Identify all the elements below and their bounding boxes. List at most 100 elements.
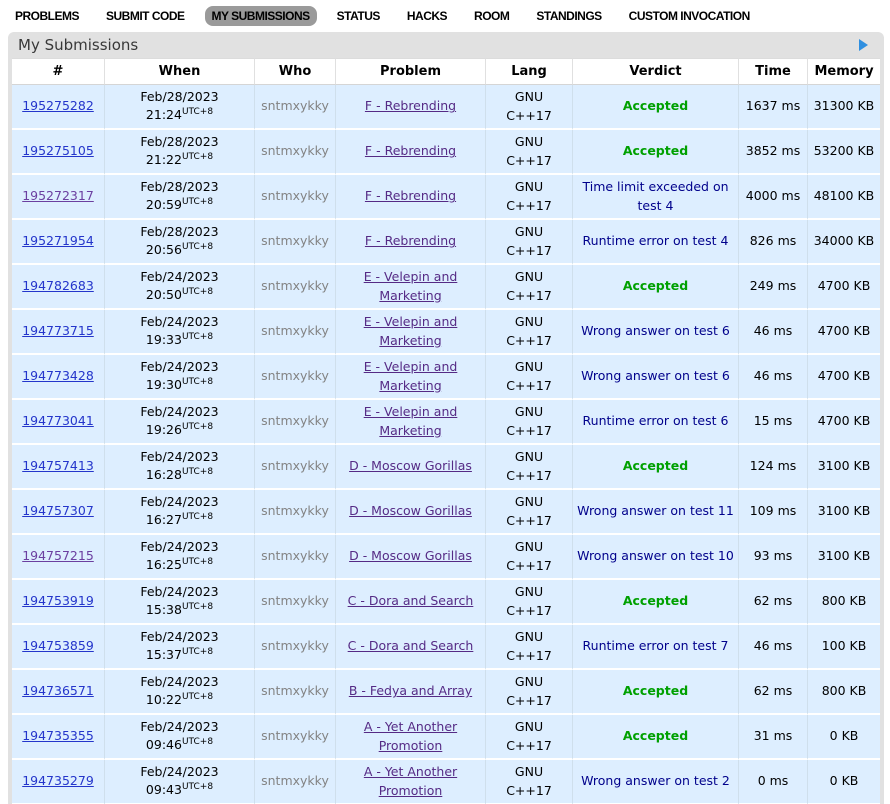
author-handle: sntmxykky [261, 233, 329, 248]
verdict-text: Runtime error on test 4 [583, 233, 729, 248]
author-handle: sntmxykky [261, 98, 329, 113]
author-handle: sntmxykky [261, 143, 329, 158]
submission-id-link[interactable]: 195275282 [22, 98, 94, 113]
submission-id-link[interactable]: 194735355 [22, 728, 94, 743]
submission-lang: GNUC++17 [486, 310, 573, 355]
submission-when: Feb/28/202321:22UTC+8 [105, 130, 255, 175]
submission-id-link[interactable]: 194773041 [22, 413, 94, 428]
submission-verdict-cell: Runtime error on test 4 [573, 220, 739, 265]
problem-link[interactable]: B - Fedya and Array [349, 683, 472, 698]
submission-memory: 48100 KB [808, 175, 880, 220]
submission-memory: 4700 KB [808, 310, 880, 355]
author-handle: sntmxykky [261, 413, 329, 428]
problem-link[interactable]: D - Moscow Gorillas [349, 548, 472, 563]
problem-link[interactable]: E - Velepin and Marketing [364, 359, 458, 392]
submission-id-link[interactable]: 194757215 [22, 548, 94, 563]
submission-date: Feb/24/2023 [140, 449, 218, 464]
nav-item-custom-invocation[interactable]: Custom Invocation [622, 6, 757, 26]
submission-id-link[interactable]: 194773715 [22, 323, 94, 338]
problem-link[interactable]: D - Moscow Gorillas [349, 458, 472, 473]
submission-id-link[interactable]: 194753919 [22, 593, 94, 608]
nav-item-my-submissions[interactable]: My Submissions [205, 6, 317, 26]
submission-row: 195275105 Feb/28/202321:22UTC+8 sntmxykky F… [12, 130, 880, 175]
submission-clock: 16:27 [146, 513, 182, 528]
problem-link[interactable]: C - Dora and Search [348, 593, 474, 608]
timezone-label: UTC+8 [182, 107, 213, 117]
submission-problem-cell: C - Dora and Search [336, 580, 486, 625]
submission-when: Feb/24/202320:50UTC+8 [105, 265, 255, 310]
problem-link[interactable]: F - Rebrending [365, 233, 456, 248]
submission-exec-time: 15 ms [739, 400, 808, 445]
problem-link[interactable]: E - Velepin and Marketing [364, 269, 458, 302]
submission-id-cell: 194782683 [12, 265, 105, 310]
submission-memory: 800 KB [808, 670, 880, 715]
submission-exec-time: 109 ms [739, 490, 808, 535]
submission-id-link[interactable]: 195271954 [22, 233, 94, 248]
submission-problem-cell: B - Fedya and Array [336, 670, 486, 715]
nav-item-room[interactable]: Room [467, 6, 516, 26]
submission-id-cell: 194757413 [12, 445, 105, 490]
submission-memory: 3100 KB [808, 535, 880, 580]
submission-id-cell: 194773041 [12, 400, 105, 445]
problem-link[interactable]: D - Moscow Gorillas [349, 503, 472, 518]
submission-verdict-cell: Accepted [573, 670, 739, 715]
submission-when: Feb/24/202316:28UTC+8 [105, 445, 255, 490]
submission-problem-cell: E - Velepin and Marketing [336, 400, 486, 445]
timezone-label: UTC+8 [182, 602, 213, 612]
problem-link[interactable]: A - Yet Another Promotion [364, 764, 457, 797]
submission-memory: 800 KB [808, 580, 880, 625]
problem-link[interactable]: F - Rebrending [365, 98, 456, 113]
submission-verdict-cell: Accepted [573, 580, 739, 625]
nav-item-submit-code[interactable]: Submit Code [99, 6, 192, 26]
submission-memory: 3100 KB [808, 490, 880, 535]
submission-id-link[interactable]: 194782683 [22, 278, 94, 293]
nav-item-standings[interactable]: Standings [529, 6, 608, 26]
nav-item-hacks[interactable]: Hacks [400, 6, 454, 26]
verdict-text: Wrong answer on test 6 [581, 368, 730, 383]
submission-id-link[interactable]: 194773428 [22, 368, 94, 383]
submission-problem-cell: F - Rebrending [336, 220, 486, 265]
submission-id-link[interactable]: 194753859 [22, 638, 94, 653]
submission-when: Feb/24/202319:26UTC+8 [105, 400, 255, 445]
submission-clock: 20:50 [146, 288, 182, 303]
expand-right-arrow-icon[interactable] [859, 39, 868, 51]
submission-problem-cell: C - Dora and Search [336, 625, 486, 670]
submission-id-cell: 194757307 [12, 490, 105, 535]
problem-link[interactable]: C - Dora and Search [348, 638, 474, 653]
nav-item-problems[interactable]: Problems [8, 6, 86, 26]
verdict-text: Accepted [623, 278, 688, 293]
submission-id-link[interactable]: 194735279 [22, 773, 94, 788]
submission-id-link[interactable]: 194757413 [22, 458, 94, 473]
author-handle: sntmxykky [261, 278, 329, 293]
problem-link[interactable]: F - Rebrending [365, 188, 456, 203]
submission-id-link[interactable]: 195272317 [22, 188, 94, 203]
problem-link[interactable]: F - Rebrending [365, 143, 456, 158]
submission-verdict-cell: Wrong answer on test 6 [573, 355, 739, 400]
submission-exec-time: 46 ms [739, 310, 808, 355]
timezone-label: UTC+8 [182, 152, 213, 162]
nav-item-status[interactable]: Status [330, 6, 387, 26]
submission-exec-time: 31 ms [739, 715, 808, 760]
submission-id-link[interactable]: 194757307 [22, 503, 94, 518]
submission-memory: 53200 KB [808, 130, 880, 175]
column-header-when: When [105, 58, 255, 85]
submission-author: sntmxykky [255, 355, 336, 400]
submissions-table: #WhenWhoProblemLangVerdictTimeMemory 195… [12, 58, 880, 804]
author-handle: sntmxykky [261, 593, 329, 608]
author-handle: sntmxykky [261, 503, 329, 518]
timezone-label: UTC+8 [182, 692, 213, 702]
verdict-text: Time limit exceeded on test 4 [582, 179, 728, 212]
problem-link[interactable]: E - Velepin and Marketing [364, 404, 458, 437]
submission-author: sntmxykky [255, 445, 336, 490]
author-handle: sntmxykky [261, 368, 329, 383]
submission-id-link[interactable]: 195275105 [22, 143, 94, 158]
submission-row: 194773041 Feb/24/202319:26UTC+8 sntmxykky E… [12, 400, 880, 445]
submission-id-link[interactable]: 194736571 [22, 683, 94, 698]
submission-lang: GNUC++17 [486, 130, 573, 175]
author-handle: sntmxykky [261, 548, 329, 563]
problem-link[interactable]: E - Velepin and Marketing [364, 314, 458, 347]
problem-link[interactable]: A - Yet Another Promotion [364, 719, 457, 752]
submission-author: sntmxykky [255, 310, 336, 355]
submission-id-cell: 194757215 [12, 535, 105, 580]
submission-author: sntmxykky [255, 535, 336, 580]
